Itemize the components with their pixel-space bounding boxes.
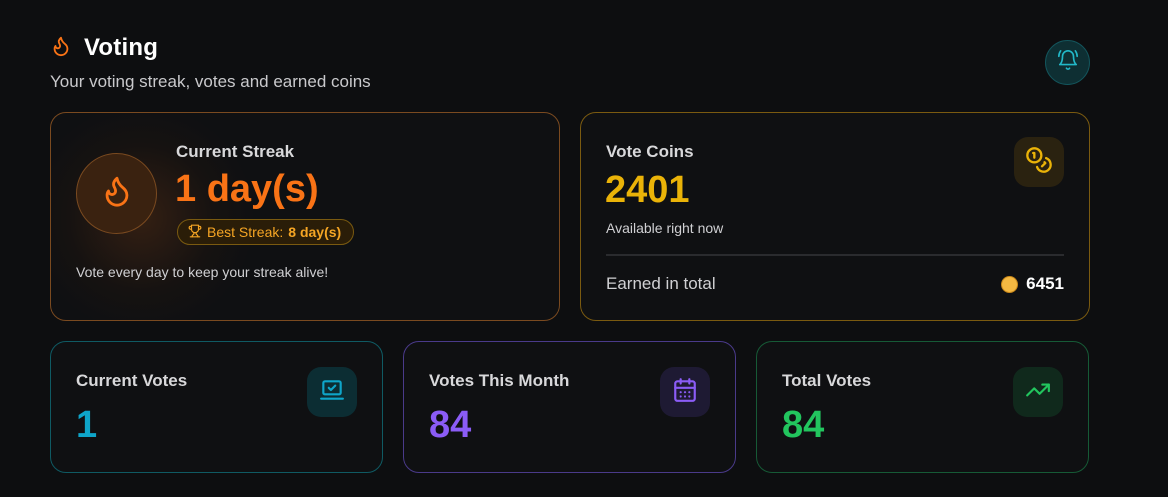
coin-icon [1001,275,1019,293]
current-votes-icon-box [307,367,357,417]
bell-icon [1057,49,1079,76]
votes-this-month-label: Votes This Month [429,371,570,390]
current-votes-card: Current Votes 1 [50,341,383,473]
coins-card: Vote Coins 2401 Available right now Earn… [580,112,1090,321]
streak-flame-badge [76,153,157,234]
coins-value: 2401 [605,169,690,211]
coins-icon-box [1014,137,1064,187]
coins-label: Vote Coins [606,142,694,161]
current-votes-value: 1 [76,404,98,446]
flame-icon [50,35,72,62]
streak-card: Current Streak 1 day(s) Best Streak: 8 d… [50,112,560,321]
coins-divider [606,254,1064,256]
trophy-icon [188,224,202,241]
streak-hint: Vote every day to keep your streak alive… [76,264,329,280]
page-subtitle: Your voting streak, votes and earned coi… [50,72,371,91]
coins-available-label: Available right now [606,220,724,236]
page-header: Voting Your voting streak, votes and ear… [50,34,371,92]
total-votes-icon-box [1013,367,1063,417]
calendar-icon [672,377,698,408]
total-votes-card: Total Votes 84 [756,341,1089,473]
total-votes-label: Total Votes [782,371,872,390]
best-streak-badge: Best Streak: 8 day(s) [177,219,355,245]
earned-total-value: 6451 [1026,274,1064,293]
total-votes-value: 84 [782,404,825,446]
coins-icon [1025,146,1053,179]
notification-button[interactable] [1045,40,1090,85]
flame-icon [100,174,134,213]
laptop-check-icon [319,377,345,408]
earned-total-label: Earned in total [606,274,716,293]
votes-this-month-icon-box [660,367,710,417]
best-streak-value: 8 day(s) [288,224,342,240]
best-streak-label: Best Streak: [207,224,284,240]
votes-this-month-card: Votes This Month 84 [403,341,736,473]
votes-this-month-value: 84 [429,404,472,446]
page-title: Voting [84,34,159,61]
current-votes-label: Current Votes [76,371,188,390]
title-row: Voting [50,34,371,62]
earned-total: 6451 [1001,274,1064,294]
streak-label: Current Streak [176,142,295,161]
streak-value: 1 day(s) [175,168,319,210]
trending-up-icon [1025,377,1051,408]
